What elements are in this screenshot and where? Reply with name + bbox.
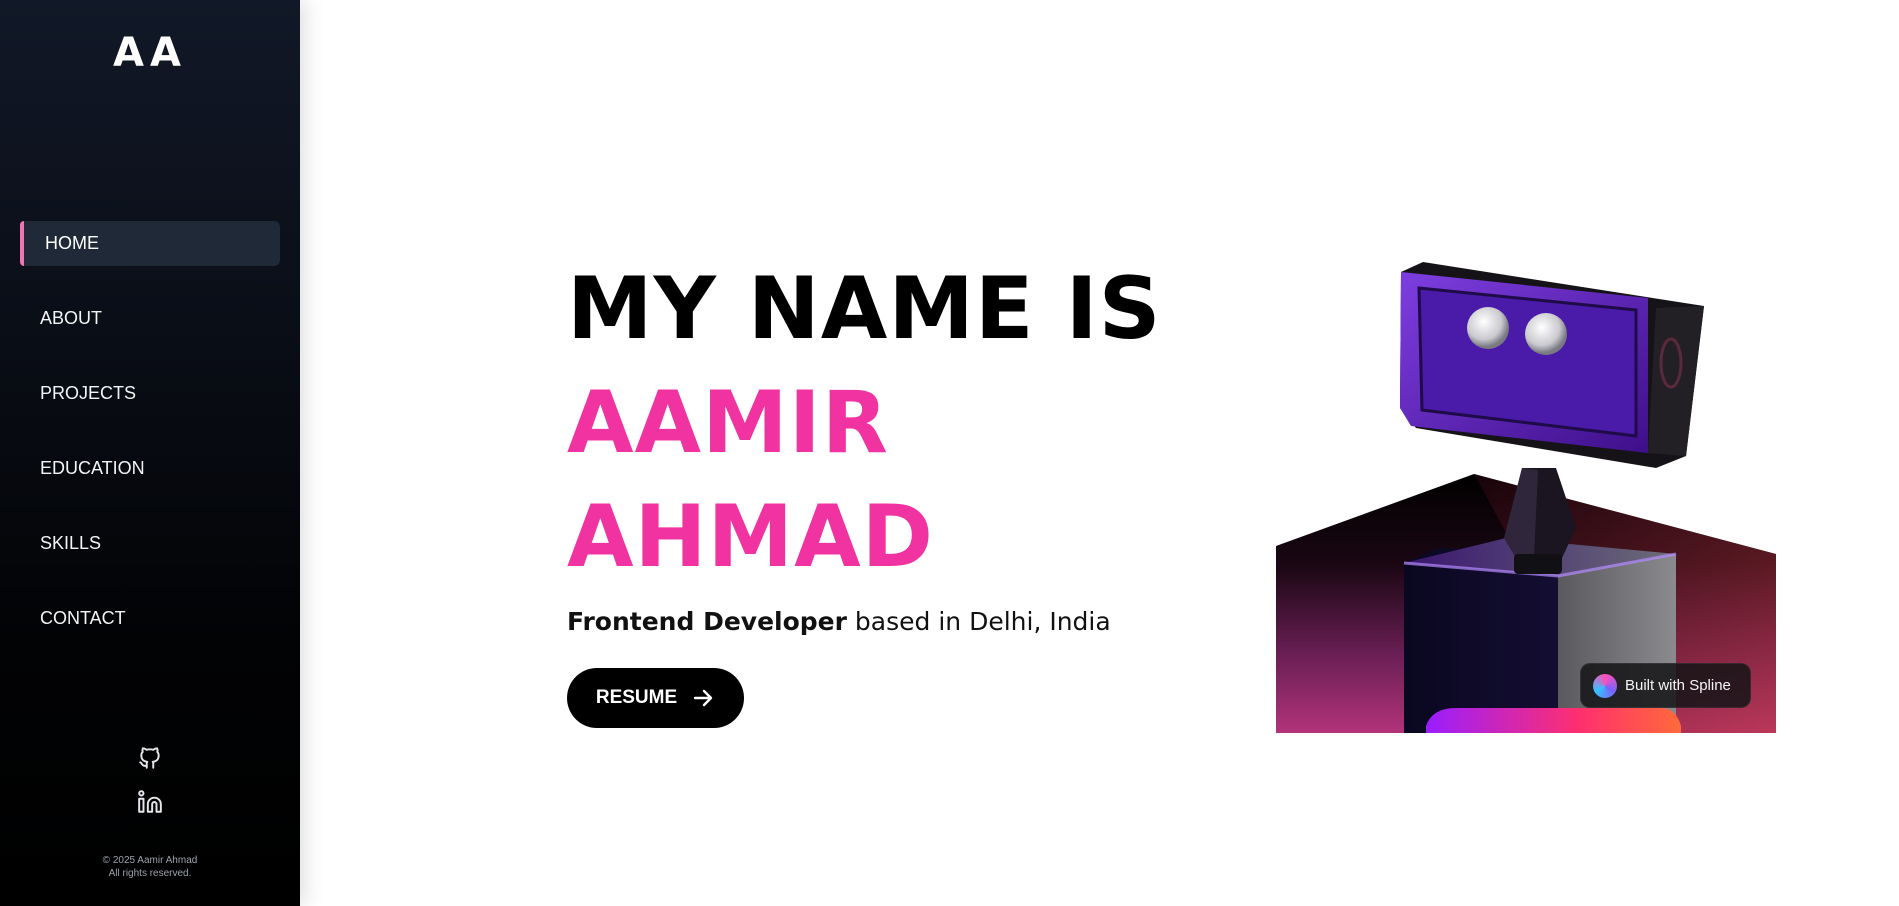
site-logo[interactable]: AA bbox=[0, 30, 300, 76]
spline-logo-icon bbox=[1593, 673, 1617, 698]
linkedin-icon bbox=[138, 790, 162, 813]
nav-item-home[interactable]: HOME bbox=[20, 221, 280, 266]
spline-badge[interactable]: Built with Spline bbox=[1580, 663, 1751, 708]
copyright-line2: All rights reserved. bbox=[108, 868, 192, 879]
hero-name-first: AAMIR bbox=[567, 373, 889, 473]
sidebar-nav: HOME ABOUT PROJECTS EDUCATION SKILLS CON… bbox=[20, 221, 280, 671]
spline-badge-label: Built with Spline bbox=[1625, 677, 1731, 694]
sidebar: AA HOME ABOUT PROJECTS EDUCATION SKILLS … bbox=[0, 0, 300, 906]
hero-intro: MY NAME IS bbox=[567, 259, 1162, 359]
app-root: AA HOME ABOUT PROJECTS EDUCATION SKILLS … bbox=[0, 0, 1899, 906]
spline-scene[interactable] bbox=[1276, 258, 1776, 733]
github-icon bbox=[139, 747, 160, 769]
resume-button[interactable]: RESUME bbox=[567, 668, 744, 728]
copyright: © 2025 Aamir Ahmad All rights reserved. bbox=[0, 854, 300, 880]
social-links bbox=[0, 745, 300, 833]
nav-item-skills[interactable]: SKILLS bbox=[20, 521, 280, 566]
hero-heading: MY NAME IS AAMIR AHMAD bbox=[567, 252, 1162, 594]
linkedin-link[interactable] bbox=[137, 789, 163, 815]
hero-location: based in Delhi, India bbox=[854, 607, 1111, 636]
arrow-right-icon bbox=[693, 689, 713, 707]
nav-item-contact[interactable]: CONTACT bbox=[20, 596, 280, 641]
resume-button-label: RESUME bbox=[595, 687, 678, 708]
github-link[interactable] bbox=[137, 745, 163, 771]
hero-role: Frontend Developer bbox=[567, 607, 847, 636]
copyright-line1: © 2025 Aamir Ahmad bbox=[102, 855, 198, 866]
nav-item-projects[interactable]: PROJECTS bbox=[20, 371, 280, 416]
nav-item-about[interactable]: ABOUT bbox=[20, 296, 280, 341]
nav-item-education[interactable]: EDUCATION bbox=[20, 446, 280, 491]
hero-subtitle: Frontend Developer based in Delhi, India bbox=[567, 607, 1111, 636]
robot-illustration bbox=[1276, 262, 1776, 733]
hero-name-last: AHMAD bbox=[567, 487, 935, 587]
